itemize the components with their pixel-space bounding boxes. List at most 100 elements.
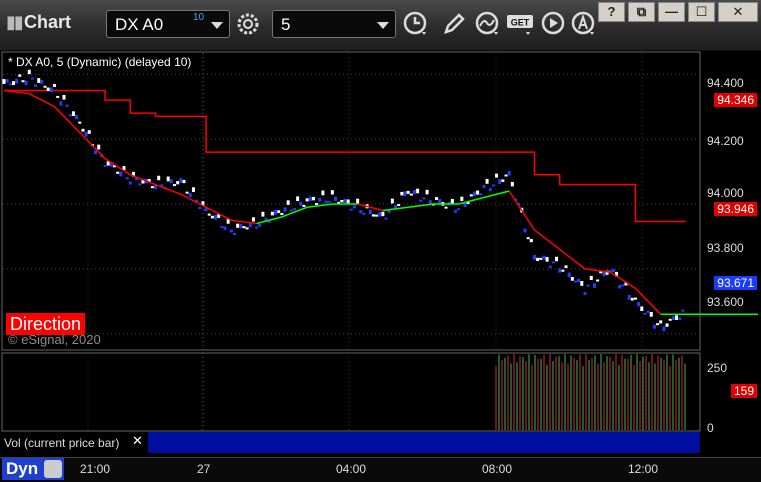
price-bar-down	[479, 193, 483, 196]
price-bar-up	[495, 173, 499, 178]
price-bar-up	[526, 237, 530, 240]
trend-line-down	[180, 193, 207, 208]
price-bar-up	[564, 265, 568, 269]
price-bar-down	[49, 87, 53, 93]
price-bar-down	[384, 217, 388, 220]
app-title: ▮▮ Chart	[6, 12, 72, 32]
price-bar-down	[258, 223, 262, 227]
price-bar-down	[40, 80, 44, 84]
price-bar-up	[659, 320, 663, 324]
price-bar-down	[532, 254, 536, 260]
restore-button[interactable]: ⧉	[628, 2, 655, 22]
volume-close-button[interactable]: ✕	[132, 433, 143, 449]
price-bar-up	[37, 78, 41, 83]
maximize-button[interactable]: ☐	[688, 2, 715, 22]
price-bar-down	[283, 207, 287, 212]
price-bar-down	[643, 312, 647, 315]
close-button[interactable]: ✕	[718, 2, 758, 22]
price-bar-up	[53, 83, 57, 88]
trend-line-down	[634, 287, 662, 315]
price-bar-up	[21, 80, 25, 83]
time-button[interactable]	[402, 10, 430, 38]
price-bar-down	[586, 284, 590, 287]
price-bar-up	[280, 212, 284, 215]
price-bar-down	[274, 209, 278, 215]
minimize-button[interactable]: —	[658, 2, 685, 22]
price-bar-up	[665, 323, 669, 327]
price-bar-up	[176, 181, 180, 185]
study-button[interactable]	[474, 10, 502, 38]
price-bar-down	[438, 199, 442, 204]
help-button[interactable]: ?	[598, 2, 625, 22]
interval-dropdown[interactable]: 5	[272, 10, 396, 38]
price-bar-up	[400, 191, 404, 196]
price-bar-up	[390, 198, 394, 204]
price-bar-up	[536, 257, 540, 261]
price-bar-up	[406, 190, 410, 194]
trend-line-down	[357, 203, 384, 212]
price-bar-up	[321, 190, 325, 196]
price-bar-down	[34, 84, 38, 88]
svg-text:GET: GET	[511, 18, 530, 28]
price-bar-down	[169, 179, 173, 184]
price-bar-down	[119, 171, 123, 177]
trend-line-down	[508, 190, 536, 231]
settings-button[interactable]	[234, 10, 262, 38]
price-bar-down	[482, 185, 486, 189]
symbol-value: DX A0	[115, 15, 164, 34]
play-button[interactable]	[540, 10, 568, 38]
price-bar-up	[242, 226, 246, 229]
price-bar-up	[460, 196, 464, 201]
last-price-tag: 93.671	[714, 276, 757, 290]
trend-line-down	[28, 93, 55, 108]
price-bar-down	[573, 280, 577, 283]
price-bar-up	[596, 279, 600, 282]
price-bar-down	[551, 261, 555, 264]
price-bar-down	[65, 104, 69, 107]
price-bar-up	[78, 121, 82, 124]
price-bar-up	[236, 223, 240, 228]
interval-value: 5	[281, 15, 291, 34]
price-bar-down	[220, 226, 224, 229]
price-bar-down	[567, 272, 571, 278]
price-bar-up	[529, 238, 533, 243]
get-button[interactable]: GET	[506, 10, 538, 38]
symbol-dropdown[interactable]: DX A0 10	[106, 10, 230, 38]
price-bar-down	[5, 79, 9, 83]
price-bar-down	[678, 317, 682, 320]
price-bar-up	[251, 217, 255, 222]
price-bar-down	[229, 229, 233, 233]
price-bar-down	[68, 114, 72, 117]
price-bar-down	[457, 208, 461, 211]
price-bar-down	[681, 309, 685, 312]
get-icon: GET	[507, 15, 533, 35]
price-bar-up	[340, 199, 344, 203]
lock-icon[interactable]	[44, 460, 62, 478]
price-bar-up	[425, 189, 429, 195]
price-bar-down	[488, 187, 492, 192]
price-bar-down	[24, 80, 28, 86]
price-bar-down	[299, 201, 303, 206]
price-bar-down	[324, 200, 328, 204]
price-bar-up	[305, 198, 309, 202]
price-bar-up	[245, 227, 249, 230]
price-bar-up	[633, 297, 637, 300]
alert-button[interactable]	[570, 10, 598, 38]
price-bar-up	[501, 179, 505, 182]
price-bar-up	[81, 128, 85, 132]
price-bar-up	[150, 186, 154, 189]
symbol-delay-badge: 10	[193, 12, 205, 23]
price-bar-up	[43, 85, 47, 88]
price-bar-up	[545, 256, 549, 262]
price-bar-down	[618, 284, 622, 289]
price-bar-up	[270, 211, 274, 216]
price-chart[interactable]	[0, 50, 761, 481]
price-bar-down	[128, 181, 132, 185]
draw-button[interactable]	[440, 10, 468, 38]
trend-line-down	[533, 229, 561, 251]
price-bar-down	[592, 283, 596, 288]
volume-scroll-bar[interactable]	[148, 432, 700, 453]
study-wave-icon	[475, 11, 499, 35]
price-bar-down	[75, 114, 79, 120]
price-bar-up	[675, 315, 679, 320]
